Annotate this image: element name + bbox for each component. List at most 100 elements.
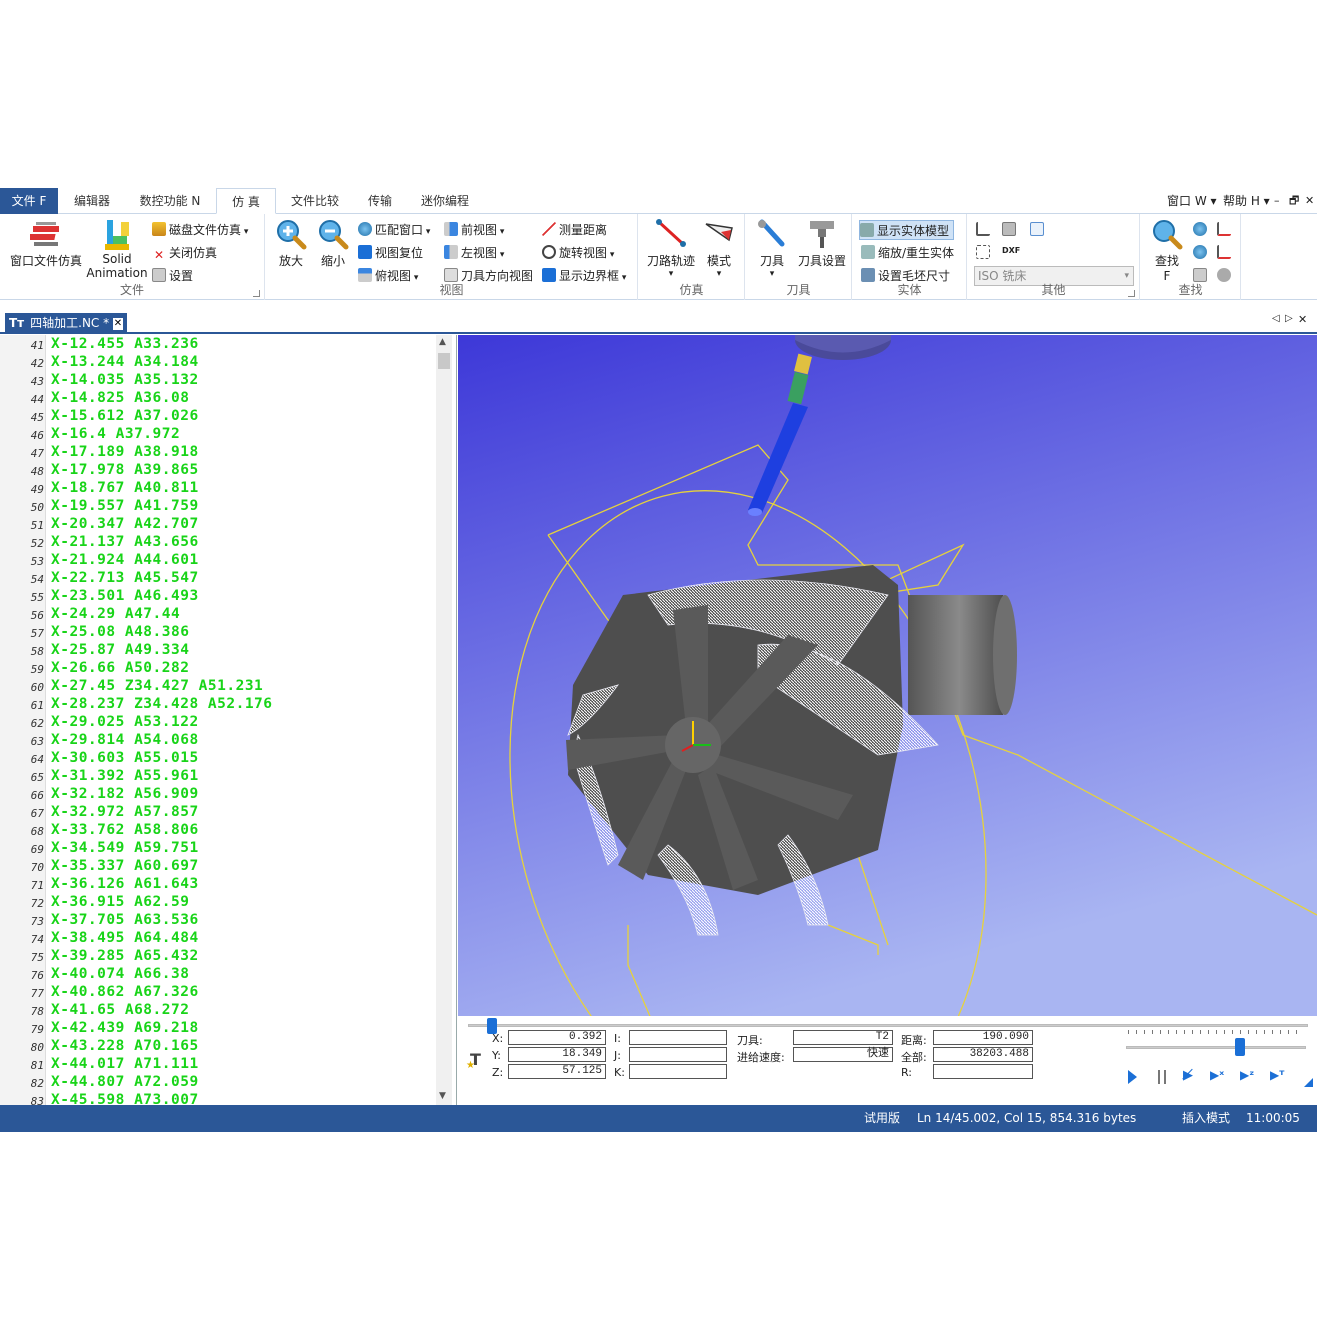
code-line[interactable]: X-23.501 A46.493 [51,588,199,604]
code-line[interactable]: X-22.713 A45.547 [51,570,199,586]
code-line[interactable]: X-37.705 A63.536 [51,912,199,928]
pause-button[interactable] [1158,1070,1166,1084]
code-line[interactable]: X-13.244 A34.184 [51,354,199,370]
code-editor[interactable]: 41 42 43 44 45 46 47 48 49 50 51 52 53 54 55 56 57 58 59 60… [0,335,457,1108]
code-line[interactable]: X-19.557 A41.759 [51,498,199,514]
axis-icon-button[interactable] [976,220,993,240]
code-line[interactable]: X-32.182 A56.909 [51,786,199,802]
zoom-in-button[interactable]: 放大 [270,218,312,269]
dxf-button[interactable]: DXF [1002,241,1020,261]
tab-file-compare[interactable]: 文件比较 [282,188,348,214]
code-line[interactable]: X-25.08 A48.386 [51,624,189,640]
resize-grip-icon[interactable] [1304,1078,1313,1087]
code-line[interactable]: X-41.65 A68.272 [51,1002,189,1018]
code-line[interactable]: X-40.862 A67.326 [51,984,199,1000]
simulation-3d-viewport[interactable] [458,320,1317,1140]
view-reset-button[interactable]: 视图复位 [358,243,423,263]
machine-icon-button[interactable] [1002,220,1019,240]
code-line[interactable]: X-16.4 A37.972 [51,426,180,442]
code-line[interactable]: X-12.455 A33.236 [51,336,199,352]
bookmark-button[interactable] [1217,243,1234,263]
code-line[interactable]: X-17.189 A38.918 [51,444,199,460]
code-line[interactable]: X-14.035 A35.132 [51,372,199,388]
code-line[interactable]: X-29.025 A53.122 [51,714,199,730]
scroll-tabs-left-button[interactable]: ◁ [1272,313,1280,324]
code-line[interactable]: X-31.392 A55.961 [51,768,199,784]
tab-mini-programming[interactable]: 迷你编程 [412,188,478,214]
file-menu-tab[interactable]: 文件 F [0,188,58,214]
code-line[interactable]: X-44.017 A71.111 [51,1056,199,1072]
code-line[interactable]: X-43.228 A70.165 [51,1038,199,1054]
tab-transfer[interactable]: 传输 [356,188,404,214]
goto-line-button[interactable] [1217,220,1234,240]
zoom-out-button[interactable]: 缩小 [312,218,354,269]
fit-window-button[interactable]: 匹配窗口 ▾ [358,220,430,240]
show-solid-model-button[interactable]: 显示实体模型 [859,220,955,240]
step-forward-icon[interactable]: ▶̸ [1183,1068,1193,1083]
window-sim-button[interactable]: 窗口文件仿真 [6,218,86,269]
tab-simulation[interactable]: 仿 真 [216,188,276,214]
find-prev-button[interactable] [1193,243,1210,263]
mode-button[interactable]: 模式 ▾ [697,218,741,279]
tab-cnc-functions[interactable]: 数控功能 N [128,188,212,214]
code-line[interactable]: X-29.814 A54.068 [51,732,199,748]
simulation-progress-track[interactable] [468,1024,1308,1027]
close-sim-button[interactable]: ✕ 关闭仿真 [152,243,217,263]
code-line[interactable]: X-14.825 A36.08 [51,390,189,406]
code-line[interactable]: X-25.87 A49.334 [51,642,189,658]
code-line[interactable]: X-36.915 A62.59 [51,894,189,910]
scroll-down-arrow-icon[interactable]: ▼ [439,1091,446,1101]
toolpath-button[interactable]: 刀路轨迹 ▾ [645,218,697,279]
document-tab[interactable]: Tᴛ 四轴加工.NC * ✕ [5,313,127,334]
code-line[interactable]: X-21.137 A43.656 [51,534,199,550]
code-line[interactable]: X-33.762 A58.806 [51,822,199,838]
dialog-launcher-icon[interactable] [1128,290,1135,297]
code-line[interactable]: X-35.337 A60.697 [51,858,199,874]
code-line[interactable]: X-18.767 A40.811 [51,480,199,496]
code-line[interactable]: X-21.924 A44.601 [51,552,199,568]
disk-file-sim-button[interactable]: 磁盘文件仿真 ▾ [152,220,248,240]
step-z-icon[interactable]: ▶ᶻ [1240,1068,1254,1082]
editor-vertical-scrollbar[interactable]: ▲ ▼ [436,335,452,1105]
play-button[interactable] [1128,1070,1137,1084]
scroll-tabs-right-button[interactable]: ▷ [1285,313,1293,324]
code-line[interactable]: X-17.978 A39.865 [51,462,199,478]
tool-button[interactable]: 刀具 ▾ [752,218,792,279]
code-line[interactable]: X-24.29 A47.44 [51,606,180,622]
code-line[interactable]: X-38.495 A64.484 [51,930,199,946]
step-x-icon[interactable]: ▶ˣ [1210,1068,1224,1082]
code-line[interactable]: X-44.807 A72.059 [51,1074,199,1090]
tab-editor[interactable]: 编辑器 [64,188,120,214]
code-line[interactable]: X-30.603 A55.015 [51,750,199,766]
close-tab-button[interactable]: ✕ [113,318,123,330]
code-line[interactable]: X-28.237 Z34.428 A52.176 [51,696,273,712]
rotate-view-button[interactable]: 旋转视图 ▾ [542,243,614,263]
solid-animation-button[interactable]: Solid Animation [86,218,148,280]
code-line[interactable]: X-36.126 A61.643 [51,876,199,892]
step-tool-icon[interactable]: ▶ᵀ [1270,1068,1284,1082]
code-line[interactable]: X-42.439 A69.218 [51,1020,199,1036]
code-line[interactable]: X-34.549 A59.751 [51,840,199,856]
front-view-button[interactable]: 前视图 ▾ [444,220,504,240]
find-button[interactable]: 查找 F [1147,218,1187,283]
code-line[interactable]: X-32.972 A57.857 [51,804,199,820]
code-line[interactable]: X-15.612 A37.026 [51,408,199,424]
window-layout-button[interactable] [1030,220,1047,240]
code-line[interactable]: X-27.45 Z34.427 A51.231 [51,678,263,694]
close-document-button[interactable]: ✕ [1298,313,1307,326]
grid-icon-button[interactable] [976,243,993,263]
minimize-button[interactable]: – [1274,188,1280,214]
find-next-button[interactable] [1193,220,1210,240]
scroll-up-arrow-icon[interactable]: ▲ [439,337,446,347]
tool-setup-button[interactable]: 刀具设置 [794,218,850,269]
speed-slider-track[interactable] [1126,1046,1306,1049]
restore-button[interactable]: 🗗 [1289,188,1299,214]
left-view-button[interactable]: 左视图 ▾ [444,243,504,263]
scrollbar-thumb[interactable] [438,353,450,369]
dialog-launcher-icon[interactable] [253,290,260,297]
speed-slider-thumb[interactable] [1235,1038,1246,1056]
code-line[interactable]: X-40.074 A66.38 [51,966,189,982]
code-line[interactable]: X-20.347 A42.707 [51,516,199,532]
code-line[interactable]: X-26.66 A50.282 [51,660,189,676]
close-window-button[interactable]: ✕ [1305,188,1314,214]
